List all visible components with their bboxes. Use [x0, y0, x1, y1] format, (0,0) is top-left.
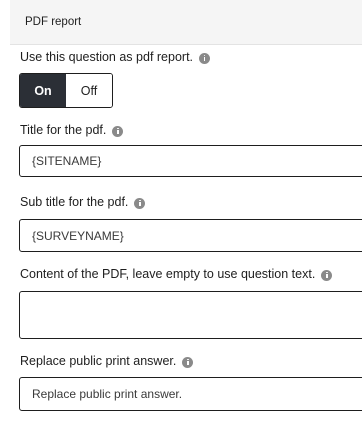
pdf-content-textarea[interactable]	[19, 291, 362, 339]
info-icon[interactable]	[112, 125, 124, 137]
info-icon[interactable]	[182, 356, 194, 368]
use-as-pdf-label-row: Use this question as pdf report.	[20, 50, 211, 64]
pdf-subtitle-label-row: Sub title for the pdf.	[20, 195, 146, 209]
pdf-content-label: Content of the PDF, leave empty to use q…	[20, 267, 316, 281]
info-icon[interactable]	[199, 52, 211, 64]
pdf-title-label: Title for the pdf.	[20, 123, 107, 137]
pdf-content-label-row: Content of the PDF, leave empty to use q…	[20, 267, 333, 281]
panel-header: PDF report	[10, 0, 362, 45]
use-as-pdf-label: Use this question as pdf report.	[20, 50, 194, 64]
replace-print-input[interactable]: Replace public print answer.	[19, 377, 362, 411]
replace-print-label-row: Replace public print answer.	[20, 354, 194, 368]
replace-print-label: Replace public print answer.	[20, 354, 177, 368]
toggle-on-button[interactable]: On	[20, 74, 66, 107]
info-icon[interactable]	[321, 269, 333, 281]
info-icon[interactable]	[134, 197, 146, 209]
use-as-pdf-toggle: On Off	[19, 73, 113, 108]
pdf-title-label-row: Title for the pdf.	[20, 123, 124, 137]
pdf-title-input[interactable]: {SITENAME}	[19, 145, 362, 177]
pdf-subtitle-label: Sub title for the pdf.	[20, 195, 129, 209]
pdf-subtitle-input[interactable]: {SURVEYNAME}	[19, 219, 362, 252]
panel-title: PDF report	[25, 16, 82, 28]
toggle-off-button[interactable]: Off	[66, 74, 112, 107]
